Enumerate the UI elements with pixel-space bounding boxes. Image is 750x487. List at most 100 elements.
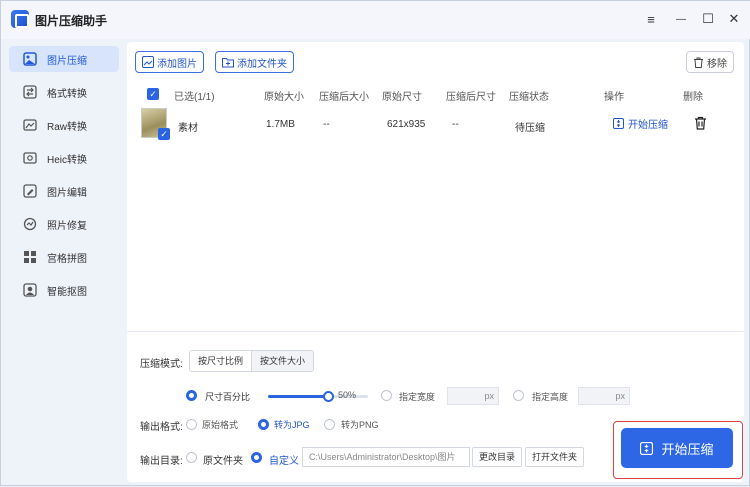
sidebar-item-label: 格式转换: [47, 88, 87, 100]
output-path-input[interactable]: C:\Users\Administrator\Desktop\图片: [302, 447, 470, 467]
open-folder-button[interactable]: 打开文件夹: [525, 447, 585, 467]
sidebar-item-heic[interactable]: Heic转换: [9, 145, 119, 171]
sidebar-item-label: 图片编辑: [47, 187, 87, 199]
sidebar-item-format-convert[interactable]: 格式转换: [9, 79, 119, 105]
heic-icon: [23, 151, 37, 165]
format-jpg-radio[interactable]: [258, 419, 269, 430]
height-label: 指定高度: [532, 392, 569, 402]
sidebar-item-label: 图片压缩: [47, 55, 87, 67]
edit-icon: [23, 184, 37, 198]
orig-dim: 621x935: [387, 119, 426, 130]
raw-icon: [23, 118, 37, 132]
compress-icon: [613, 118, 624, 129]
dir-custom-radio[interactable]: [251, 452, 262, 463]
sidebar-item-repair[interactable]: 照片修复: [9, 211, 119, 237]
add-folder-button[interactable]: 添加文件夹: [215, 51, 294, 73]
height-radio[interactable]: [513, 390, 524, 401]
remove-label: 移除: [707, 58, 727, 70]
format-jpg-label: 转为JPG: [274, 420, 310, 430]
add-image-button[interactable]: 添加图片: [135, 51, 204, 73]
mode-tabs: 按尺寸比例 按文件大小: [189, 350, 315, 372]
dir-custom-label: 自定义: [269, 456, 299, 467]
select-all-checkbox[interactable]: ✓: [147, 88, 159, 100]
delete-row-button[interactable]: [694, 116, 707, 133]
tab-by-file-size[interactable]: 按文件大小: [252, 351, 314, 371]
orig-size: 1.7MB: [266, 119, 295, 130]
comp-dim: --: [452, 119, 459, 130]
sidebar-item-cutout[interactable]: 智能抠图: [9, 277, 119, 303]
cutout-icon: [23, 283, 37, 297]
start-compress-button-label: 开始压缩: [661, 441, 714, 457]
table-row: ✓ 素材 1.7MB -- 621x935 -- 待压缩 开始压缩: [137, 106, 733, 142]
size-percent-label: 尺寸百分比: [205, 392, 251, 402]
add-image-label: 添加图片: [157, 58, 197, 70]
maximize-button[interactable]: ☐: [698, 9, 718, 29]
table-header: ✓ 已选(1/1) 原始大小 压缩后大小 原始尺寸 压缩后尺寸 压缩状态 操作 …: [137, 82, 733, 106]
sidebar-item-raw[interactable]: Raw转换: [9, 112, 119, 138]
width-label: 指定宽度: [399, 392, 436, 402]
header-comp-dim: 压缩后尺寸: [446, 92, 496, 103]
sidebar-item-label: 宫格拼图: [47, 253, 87, 265]
status: 待压缩: [515, 123, 545, 134]
image-compress-icon: [23, 52, 37, 66]
sidebar-item-label: 照片修复: [47, 220, 87, 232]
file-name: 素材: [178, 123, 198, 134]
format-convert-icon: [23, 85, 37, 99]
grid-icon: [23, 250, 37, 264]
slider-fill: [268, 395, 328, 398]
format-label: 输出格式:: [140, 422, 183, 433]
app-window: 图片压缩助手 ≡ — ☐ ✕ 图片压缩 格式转换 Raw转换 Heic转换 图片…: [0, 0, 750, 486]
sidebar-item-edit[interactable]: 图片编辑: [9, 178, 119, 204]
format-original-radio[interactable]: [186, 419, 197, 430]
format-png-radio[interactable]: [324, 419, 335, 430]
size-percent-radio[interactable]: [186, 390, 197, 401]
sidebar-item-label: Heic转换: [47, 154, 88, 166]
add-folder-icon: [222, 56, 234, 68]
compress-icon: [640, 441, 654, 455]
start-compress-label: 开始压缩: [628, 120, 668, 131]
header-delete: 删除: [683, 92, 703, 103]
format-original-label: 原始格式: [202, 420, 239, 430]
comp-size: --: [323, 119, 330, 130]
dir-original-label: 原文件夹: [203, 456, 243, 467]
trash-icon: [694, 116, 707, 130]
sidebar-item-image-compress[interactable]: 图片压缩: [9, 46, 119, 72]
start-compress-link[interactable]: 开始压缩: [613, 116, 668, 131]
repair-icon: [23, 217, 37, 231]
percent-value: 50%: [338, 390, 357, 400]
close-button[interactable]: ✕: [724, 9, 744, 29]
height-input[interactable]: px: [578, 387, 630, 405]
width-input[interactable]: px: [447, 387, 499, 405]
remove-button[interactable]: 移除: [686, 51, 734, 73]
header-status: 压缩状态: [509, 92, 549, 103]
start-compress-button[interactable]: 开始压缩: [621, 428, 733, 468]
header-action: 操作: [604, 92, 624, 103]
title-bar: 图片压缩助手 ≡ — ☐ ✕: [1, 1, 750, 39]
add-folder-label: 添加文件夹: [237, 58, 287, 70]
tab-by-size-ratio[interactable]: 按尺寸比例: [190, 351, 253, 371]
dir-original-radio[interactable]: [186, 452, 197, 463]
minimize-button[interactable]: —: [671, 9, 691, 29]
add-image-icon: [142, 56, 154, 68]
mode-label: 压缩模式:: [140, 359, 183, 370]
change-dir-button[interactable]: 更改目录: [472, 447, 523, 467]
header-selected: 已选(1/1): [174, 92, 215, 103]
app-logo-icon: [11, 10, 29, 28]
header-comp-size: 压缩后大小: [319, 92, 369, 103]
format-png-label: 转为PNG: [341, 420, 379, 430]
sidebar: 图片压缩 格式转换 Raw转换 Heic转换 图片编辑 照片修复 宫格拼图 智能…: [1, 39, 127, 487]
menu-icon[interactable]: ≡: [641, 9, 661, 29]
main-panel: 添加图片 添加文件夹 移除 ✓ 已选(1/1) 原始大小 压缩后大小 原始尺寸 …: [127, 42, 744, 482]
header-orig-dim: 原始尺寸: [382, 92, 422, 103]
header-orig-size: 原始大小: [264, 92, 304, 103]
sidebar-item-grid[interactable]: 宫格拼图: [9, 244, 119, 270]
trash-icon: [693, 57, 704, 68]
percent-slider-handle[interactable]: [323, 391, 334, 402]
sidebar-item-label: Raw转换: [47, 121, 88, 133]
app-title: 图片压缩助手: [35, 14, 108, 28]
divider: [127, 331, 744, 332]
output-label: 输出目录:: [140, 456, 183, 467]
row-checkbox[interactable]: ✓: [158, 128, 170, 140]
width-radio[interactable]: [381, 390, 392, 401]
sidebar-item-label: 智能抠图: [47, 286, 87, 298]
